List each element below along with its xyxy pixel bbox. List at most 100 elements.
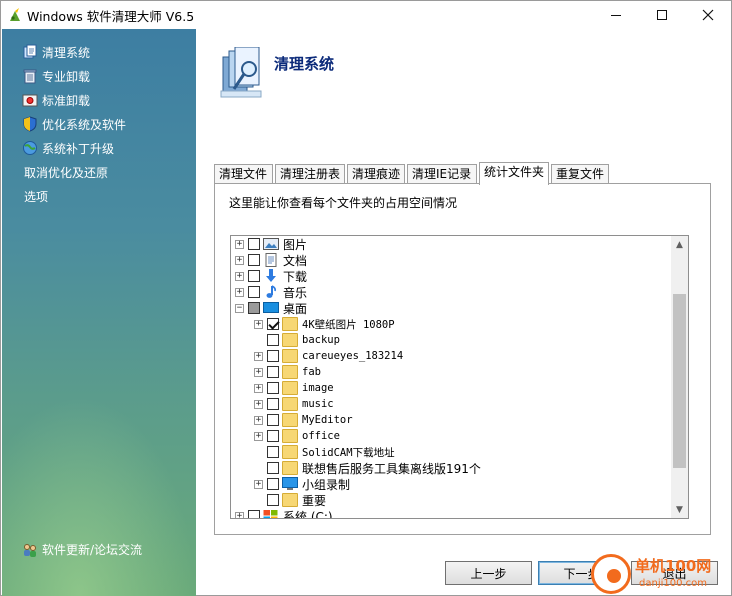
tree-checkbox[interactable] (248, 510, 260, 518)
tree-label: 音乐 (283, 285, 308, 300)
tree-row[interactable]: + careueyes_183214 (254, 348, 403, 364)
tree-row[interactable]: + 小组录制 (254, 476, 350, 492)
minimize-button[interactable] (593, 1, 639, 29)
sidebar-item-clean-system[interactable]: 清理系统 (22, 43, 90, 61)
sidebar-item-restore[interactable]: 取消优化及还原 (24, 163, 108, 181)
tree-label: MyEditor (302, 414, 353, 426)
expand-icon[interactable]: + (235, 271, 244, 281)
tree-row[interactable]: + image (254, 380, 334, 396)
expand-icon[interactable]: + (254, 479, 263, 489)
tree-label: 下载 (283, 269, 308, 284)
watermark-logo-dot (607, 569, 621, 583)
monitor-icon (282, 477, 298, 490)
tree-row[interactable]: 联想售后服务工具集离线版191个 (254, 460, 481, 476)
maximize-button[interactable] (639, 1, 685, 29)
tree-row[interactable]: + MyEditor (254, 412, 353, 428)
tree-checkbox[interactable] (267, 462, 279, 474)
folder-tree[interactable]: + 图片 + 文档 + 下载 + 音乐 − 桌面 + 4K壁纸图片 1080P … (230, 235, 689, 519)
tree-label: 文档 (283, 253, 308, 268)
expand-icon[interactable]: + (235, 255, 244, 265)
sidebar-item-optimize[interactable]: 优化系统及软件 (22, 115, 126, 133)
tree-label: fab (302, 366, 321, 378)
expand-icon[interactable]: + (235, 287, 244, 297)
tab-duplicate-files[interactable]: 重复文件 (551, 164, 609, 184)
tree-row[interactable]: SolidCAM下载地址 (254, 444, 395, 460)
tree-checkbox[interactable] (267, 334, 279, 346)
expand-icon[interactable]: + (235, 511, 244, 518)
sidebar-item-options[interactable]: 选项 (24, 187, 48, 205)
tree-checkbox[interactable] (267, 494, 279, 506)
tree-row[interactable]: + 图片 (235, 236, 307, 252)
tree-label: backup (302, 334, 340, 346)
tree-checkbox[interactable] (267, 430, 279, 442)
tree-checkbox[interactable] (248, 270, 260, 282)
tree-row[interactable]: + 下载 (235, 268, 307, 284)
tree-row[interactable]: + 文档 (235, 252, 307, 268)
expand-icon[interactable]: + (254, 319, 263, 329)
tree-label: SolidCAM下载地址 (302, 446, 395, 459)
expand-icon[interactable]: + (254, 399, 263, 409)
sidebar-item-patch-upgrade[interactable]: 系统补丁升级 (22, 139, 114, 157)
scroll-down-icon[interactable]: ▼ (671, 501, 688, 518)
tree-row[interactable]: + office (254, 428, 340, 444)
globe-icon (23, 141, 37, 155)
tree-row[interactable]: + fab (254, 364, 321, 380)
folder-icon (282, 317, 298, 331)
tree-row[interactable]: − 桌面 (235, 300, 307, 316)
tree-checkbox[interactable] (248, 302, 260, 314)
scroll-up-icon[interactable]: ▲ (671, 236, 688, 253)
tree-checkbox[interactable] (267, 478, 279, 490)
tree-checkbox[interactable] (267, 350, 279, 362)
scroll-thumb[interactable] (673, 294, 686, 468)
files-icon (23, 44, 37, 59)
minimize-icon (611, 14, 621, 16)
tree-checkbox[interactable] (267, 446, 279, 458)
tree-row[interactable]: backup (254, 332, 340, 348)
maximize-icon (657, 10, 667, 20)
sidebar-item-update-forum[interactable]: 软件更新/论坛交流 (22, 541, 142, 558)
expand-icon[interactable]: + (254, 415, 263, 425)
tree-checkbox[interactable] (267, 414, 279, 426)
tree-row[interactable]: + 音乐 (235, 284, 307, 300)
tree-checkbox[interactable] (248, 238, 260, 250)
tree-checkbox[interactable] (248, 254, 260, 266)
expand-icon[interactable]: + (254, 351, 263, 361)
expand-icon[interactable]: + (254, 367, 263, 377)
expand-icon[interactable]: + (235, 239, 244, 249)
tab-clean-traces[interactable]: 清理痕迹 (347, 164, 405, 184)
folder-icon (282, 493, 298, 507)
uninstall-icon (22, 94, 38, 107)
tree-scrollbar[interactable]: ▲ ▼ (671, 236, 688, 518)
documents-icon (265, 253, 277, 267)
tree-row[interactable]: + music (254, 396, 334, 412)
watermark-title: 单机100网 (635, 557, 712, 575)
sidebar-decoration (2, 396, 196, 596)
sidebar-item-pro-uninstall[interactable]: 专业卸载 (22, 67, 90, 85)
expand-icon[interactable]: + (254, 431, 263, 441)
sidebar-item-label: 优化系统及软件 (42, 117, 127, 132)
tab-clean-registry[interactable]: 清理注册表 (275, 164, 345, 184)
tree-checkbox[interactable] (248, 286, 260, 298)
tree-checkbox[interactable] (267, 398, 279, 410)
tree-checkbox[interactable] (267, 366, 279, 378)
tree-row[interactable]: 重要 (254, 492, 326, 508)
tree-row[interactable]: + 4K壁纸图片 1080P (254, 316, 395, 332)
watermark: 单机100网 danji100.com (589, 553, 732, 595)
close-button[interactable] (685, 1, 731, 29)
tree-row[interactable]: + 系统 (C:) (235, 508, 333, 518)
tab-clean-ie[interactable]: 清理IE记录 (407, 164, 477, 184)
tree-checkbox[interactable] (267, 382, 279, 394)
sidebar-item-std-uninstall[interactable]: 标准卸载 (22, 91, 90, 109)
tree-label: 小组录制 (302, 477, 351, 492)
expand-icon[interactable]: + (254, 383, 263, 393)
folder-icon (282, 381, 298, 395)
tree-checkbox[interactable] (267, 318, 279, 330)
pictures-icon (263, 238, 279, 250)
prev-button[interactable]: 上一步 (445, 561, 532, 585)
tab-folder-stats[interactable]: 统计文件夹 (479, 162, 549, 185)
tab-clean-files[interactable]: 清理文件 (214, 164, 273, 184)
collapse-icon[interactable]: − (235, 303, 244, 313)
